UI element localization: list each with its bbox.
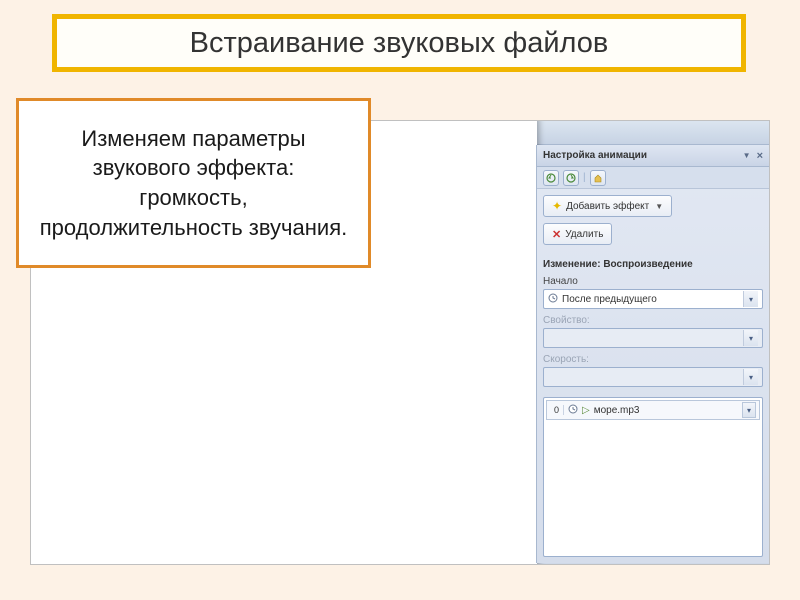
speed-combo: ▾ [543,367,763,387]
speed-label: Скорость: [543,354,763,365]
pane-header: Настройка анимации ▼ × [537,145,769,167]
add-effect-button[interactable]: ✦ Добавить эффект ▼ [543,195,672,217]
close-icon[interactable]: × [757,150,763,162]
effects-list[interactable]: 0 ▷ море.mp3 ▾ [543,397,763,557]
nav-home-icon[interactable] [590,170,606,186]
star-icon: ✦ [552,199,562,213]
effect-name: море.mp3 [594,405,738,416]
remove-icon: ✕ [552,228,561,241]
start-combo[interactable]: После предыдущего ▾ [543,289,763,309]
start-value: После предыдущего [562,294,657,305]
callout-text: Изменяем параметры звукового эффекта: гр… [37,124,350,243]
chevron-down-icon[interactable]: ▾ [743,291,758,307]
start-label: Начало [543,276,763,287]
play-icon: ▷ [582,405,590,416]
pane-nav: | [537,167,769,189]
change-section-label: Изменение: Воспроизведение [543,259,763,270]
explanation-callout: Изменяем параметры звукового эффекта: гр… [16,98,371,268]
nav-forward-icon[interactable] [563,170,579,186]
nav-back-icon[interactable] [543,170,559,186]
pane-menu-icon[interactable]: ▼ [743,151,751,160]
chevron-down-icon: ▾ [743,330,758,346]
page-title: Встраивание звуковых файлов [190,27,609,60]
property-combo: ▾ [543,328,763,348]
chevron-down-icon: ▼ [655,202,663,211]
property-label: Свойство: [543,315,763,326]
remove-effect-button[interactable]: ✕ Удалить [543,223,612,245]
chevron-down-icon: ▾ [743,369,758,385]
pane-body: ✦ Добавить эффект ▼ ✕ Удалить Изменение:… [537,189,769,563]
add-effect-label: Добавить эффект [566,201,649,212]
effect-item[interactable]: 0 ▷ море.mp3 ▾ [546,400,760,420]
clock-icon [548,293,558,306]
chevron-down-icon[interactable]: ▾ [742,402,756,418]
animation-task-pane: Настройка анимации ▼ × | ✦ Добавить эффе… [536,145,769,563]
pane-title: Настройка анимации [543,150,647,161]
title-banner: Встраивание звуковых файлов [52,14,746,72]
effect-index: 0 [550,405,564,415]
remove-label: Удалить [565,229,603,240]
clock-icon [568,404,578,417]
